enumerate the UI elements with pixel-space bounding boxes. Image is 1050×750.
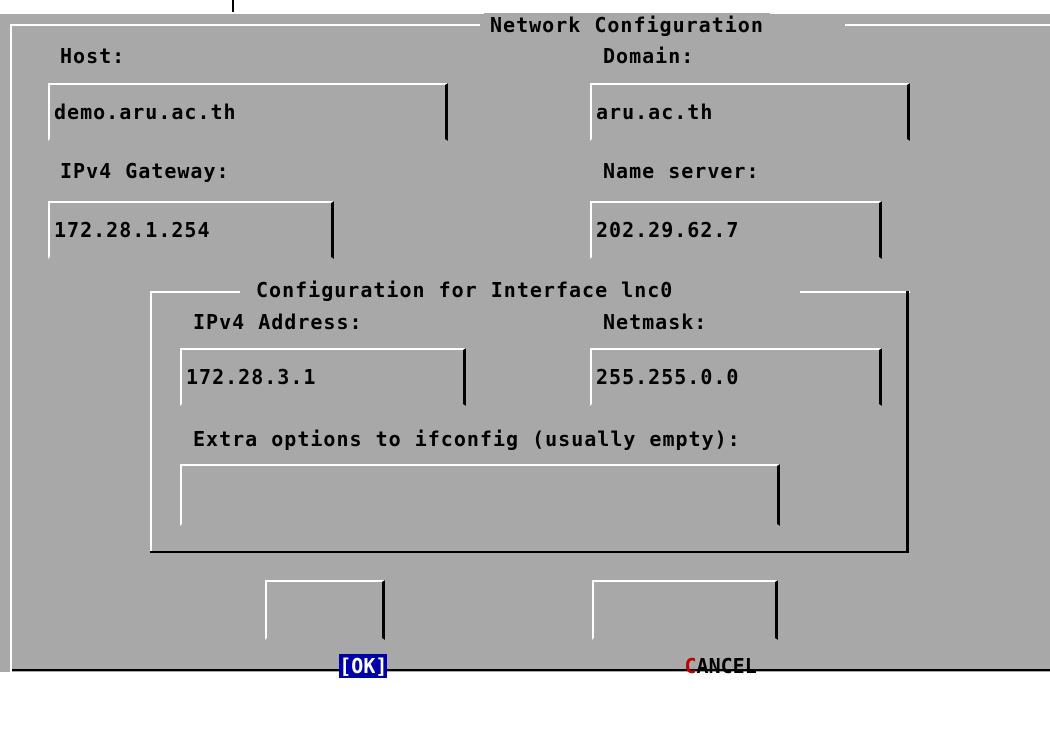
extra-options-label: Extra options to ifconfig (usually empty… (193, 427, 741, 451)
ok-button-bracket-open: [ (339, 654, 352, 678)
nameserver-input[interactable]: 202.29.62.7 (590, 201, 882, 259)
domain-input[interactable]: aru.ac.th (590, 83, 910, 141)
ipv4-address-input[interactable]: 172.28.3.1 (180, 348, 466, 406)
host-label: Host: (60, 44, 126, 68)
outer-frame-bottom (12, 669, 1050, 671)
outer-frame-top-left (10, 24, 480, 26)
gateway-input[interactable]: 172.28.1.254 (48, 201, 334, 259)
gateway-label: IPv4 Gateway: (60, 159, 230, 183)
interface-group-title: Configuration for Interface lnc0 (250, 278, 680, 302)
outer-frame-top-right (845, 24, 1050, 26)
domain-label: Domain: (603, 44, 695, 68)
group-frame-top-left (150, 291, 240, 293)
group-frame-top-right (800, 291, 910, 293)
host-value: demo.aru.ac.th (54, 100, 237, 124)
group-frame-left (150, 291, 152, 551)
group-frame-right (906, 291, 909, 553)
gateway-value: 172.28.1.254 (54, 218, 211, 242)
netmask-value: 255.255.0.0 (596, 365, 740, 389)
ok-button-hotkey: O (351, 654, 364, 678)
ok-button-bracket-close: ] (375, 654, 388, 678)
host-input[interactable]: demo.aru.ac.th (48, 83, 448, 141)
ok-button-label-rest: K (363, 654, 376, 678)
ipv4-address-value: 172.28.3.1 (186, 365, 317, 389)
ipv4-address-label: IPv4 Address: (193, 310, 363, 334)
group-frame-bottom (150, 551, 909, 553)
ok-button[interactable]: [OK] (265, 580, 388, 678)
domain-value: aru.ac.th (596, 100, 714, 124)
terminal-screen: Network Configuration Host: Domain: demo… (0, 0, 1050, 678)
nameserver-label: Name server: (603, 159, 760, 183)
cancel-button[interactable]: CANCEL (592, 580, 778, 678)
outer-frame-left (10, 24, 12, 672)
cancel-button-label-rest: ANCEL (696, 654, 757, 678)
netmask-label: Netmask: (603, 310, 708, 334)
nameserver-value: 202.29.62.7 (596, 218, 740, 242)
network-config-dialog: Network Configuration Host: Domain: demo… (0, 13, 1050, 678)
extra-options-input[interactable] (180, 464, 780, 526)
netmask-input[interactable]: 255.255.0.0 (590, 348, 882, 406)
dialog-title: Network Configuration (484, 13, 770, 37)
cancel-button-hotkey: C (684, 654, 697, 678)
cursor-tick (232, 0, 234, 12)
